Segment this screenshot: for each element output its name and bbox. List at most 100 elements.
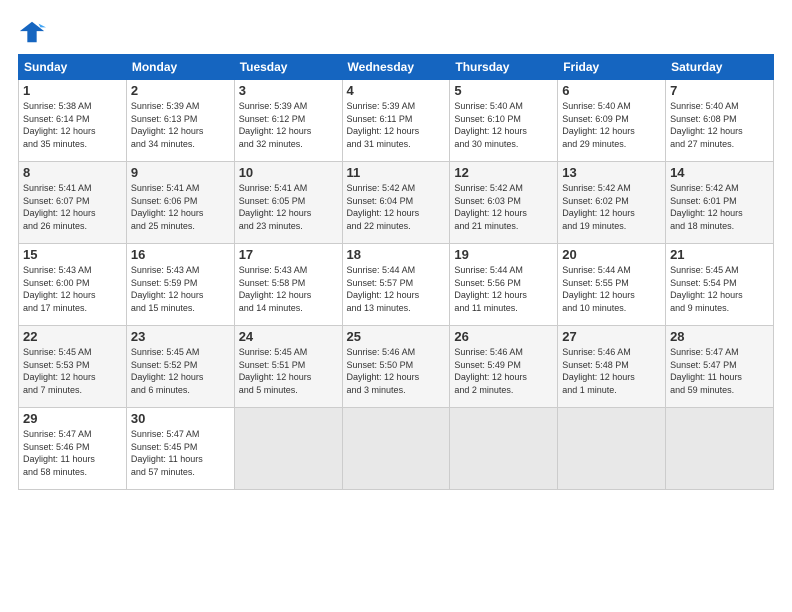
day-info: Sunrise: 5:47 AM Sunset: 5:45 PM Dayligh… xyxy=(131,428,230,478)
day-cell: 26Sunrise: 5:46 AM Sunset: 5:49 PM Dayli… xyxy=(450,326,558,408)
day-cell: 25 Sunrise: 5:46 AM Sunset: 5:50 PM Dayli… xyxy=(342,326,450,408)
day-info: Sunrise: 5:39 AM Sunset: 6:13 PM Dayligh… xyxy=(131,100,230,150)
day-info: Sunrise: 5:46 AM Sunset: 5:50 PM Dayligh… xyxy=(347,346,446,396)
day-number: 11 xyxy=(347,165,446,180)
day-number: 7 xyxy=(670,83,769,98)
day-cell: 2 Sunrise: 5:39 AM Sunset: 6:13 PM Daylig… xyxy=(126,80,234,162)
day-number: 30 xyxy=(131,411,230,426)
day-cell: 28 Sunrise: 5:47 AM Sunset: 5:47 PM Dayli… xyxy=(666,326,774,408)
weekday-sunday: Sunday xyxy=(19,55,127,80)
week-row-2: 8 Sunrise: 5:41 AM Sunset: 6:07 PM Daylig… xyxy=(19,162,774,244)
day-number: 2 xyxy=(131,83,230,98)
weekday-saturday: Saturday xyxy=(666,55,774,80)
day-number: 25 xyxy=(347,329,446,344)
day-info: Sunrise: 5:45 AM Sunset: 5:51 PM Dayligh… xyxy=(239,346,338,396)
day-info: Sunrise: 5:45 AM Sunset: 5:53 PM Dayligh… xyxy=(23,346,122,396)
day-number: 8 xyxy=(23,165,122,180)
day-cell: 17 Sunrise: 5:43 AM Sunset: 5:58 PM Dayli… xyxy=(234,244,342,326)
day-number: 14 xyxy=(670,165,769,180)
week-row-5: 29 Sunrise: 5:47 AM Sunset: 5:46 PM Dayli… xyxy=(19,408,774,490)
day-number: 9 xyxy=(131,165,230,180)
day-info: Sunrise: 5:46 AM Sunset: 5:48 PM Dayligh… xyxy=(562,346,661,396)
day-cell xyxy=(558,408,666,490)
day-info: Sunrise: 5:47 AM Sunset: 5:46 PM Dayligh… xyxy=(23,428,122,478)
day-info: Sunrise: 5:42 AM Sunset: 6:03 PM Dayligh… xyxy=(454,182,553,232)
week-row-4: 22 Sunrise: 5:45 AM Sunset: 5:53 PM Dayli… xyxy=(19,326,774,408)
day-cell: 5 Sunrise: 5:40 AM Sunset: 6:10 PM Daylig… xyxy=(450,80,558,162)
day-cell: 20Sunrise: 5:44 AM Sunset: 5:55 PM Dayli… xyxy=(558,244,666,326)
day-cell: 9 Sunrise: 5:41 AM Sunset: 6:06 PM Daylig… xyxy=(126,162,234,244)
day-info: Sunrise: 5:38 AM Sunset: 6:14 PM Dayligh… xyxy=(23,100,122,150)
day-cell: 13Sunrise: 5:42 AM Sunset: 6:02 PM Dayli… xyxy=(558,162,666,244)
day-cell: 29 Sunrise: 5:47 AM Sunset: 5:46 PM Dayli… xyxy=(19,408,127,490)
week-row-3: 15Sunrise: 5:43 AM Sunset: 6:00 PM Dayli… xyxy=(19,244,774,326)
logo xyxy=(18,18,50,46)
day-info: Sunrise: 5:40 AM Sunset: 6:09 PM Dayligh… xyxy=(562,100,661,150)
day-number: 3 xyxy=(239,83,338,98)
day-cell: 10 Sunrise: 5:41 AM Sunset: 6:05 PM Dayli… xyxy=(234,162,342,244)
day-cell: 22 Sunrise: 5:45 AM Sunset: 5:53 PM Dayli… xyxy=(19,326,127,408)
day-cell: 7 Sunrise: 5:40 AM Sunset: 6:08 PM Daylig… xyxy=(666,80,774,162)
day-number: 13 xyxy=(562,165,661,180)
day-number: 6 xyxy=(562,83,661,98)
day-number: 24 xyxy=(239,329,338,344)
day-info: Sunrise: 5:41 AM Sunset: 6:06 PM Dayligh… xyxy=(131,182,230,232)
day-cell: 18 Sunrise: 5:44 AM Sunset: 5:57 PM Dayli… xyxy=(342,244,450,326)
day-number: 1 xyxy=(23,83,122,98)
weekday-monday: Monday xyxy=(126,55,234,80)
day-info: Sunrise: 5:40 AM Sunset: 6:08 PM Dayligh… xyxy=(670,100,769,150)
day-number: 28 xyxy=(670,329,769,344)
day-info: Sunrise: 5:41 AM Sunset: 6:07 PM Dayligh… xyxy=(23,182,122,232)
day-number: 17 xyxy=(239,247,338,262)
day-cell: 19Sunrise: 5:44 AM Sunset: 5:56 PM Dayli… xyxy=(450,244,558,326)
day-number: 22 xyxy=(23,329,122,344)
weekday-header-row: SundayMondayTuesdayWednesdayThursdayFrid… xyxy=(19,55,774,80)
day-cell: 15Sunrise: 5:43 AM Sunset: 6:00 PM Dayli… xyxy=(19,244,127,326)
day-number: 21 xyxy=(670,247,769,262)
day-info: Sunrise: 5:45 AM Sunset: 5:54 PM Dayligh… xyxy=(670,264,769,314)
weekday-friday: Friday xyxy=(558,55,666,80)
day-info: Sunrise: 5:41 AM Sunset: 6:05 PM Dayligh… xyxy=(239,182,338,232)
day-info: Sunrise: 5:43 AM Sunset: 6:00 PM Dayligh… xyxy=(23,264,122,314)
day-cell: 27 Sunrise: 5:46 AM Sunset: 5:48 PM Dayli… xyxy=(558,326,666,408)
day-info: Sunrise: 5:44 AM Sunset: 5:57 PM Dayligh… xyxy=(347,264,446,314)
day-cell: 4 Sunrise: 5:39 AM Sunset: 6:11 PM Daylig… xyxy=(342,80,450,162)
header xyxy=(18,18,774,46)
day-info: Sunrise: 5:39 AM Sunset: 6:11 PM Dayligh… xyxy=(347,100,446,150)
day-number: 23 xyxy=(131,329,230,344)
day-number: 29 xyxy=(23,411,122,426)
day-number: 18 xyxy=(347,247,446,262)
weekday-wednesday: Wednesday xyxy=(342,55,450,80)
day-number: 10 xyxy=(239,165,338,180)
day-info: Sunrise: 5:46 AM Sunset: 5:49 PM Dayligh… xyxy=(454,346,553,396)
day-info: Sunrise: 5:44 AM Sunset: 5:55 PM Dayligh… xyxy=(562,264,661,314)
day-cell: 24 Sunrise: 5:45 AM Sunset: 5:51 PM Dayli… xyxy=(234,326,342,408)
day-cell: 6 Sunrise: 5:40 AM Sunset: 6:09 PM Daylig… xyxy=(558,80,666,162)
weekday-thursday: Thursday xyxy=(450,55,558,80)
day-cell xyxy=(666,408,774,490)
day-info: Sunrise: 5:47 AM Sunset: 5:47 PM Dayligh… xyxy=(670,346,769,396)
day-number: 27 xyxy=(562,329,661,344)
day-cell: 11 Sunrise: 5:42 AM Sunset: 6:04 PM Dayli… xyxy=(342,162,450,244)
day-number: 12 xyxy=(454,165,553,180)
day-info: Sunrise: 5:43 AM Sunset: 5:59 PM Dayligh… xyxy=(131,264,230,314)
day-cell: 30 Sunrise: 5:47 AM Sunset: 5:45 PM Dayli… xyxy=(126,408,234,490)
week-row-1: 1 Sunrise: 5:38 AM Sunset: 6:14 PM Daylig… xyxy=(19,80,774,162)
day-info: Sunrise: 5:43 AM Sunset: 5:58 PM Dayligh… xyxy=(239,264,338,314)
day-cell: 3 Sunrise: 5:39 AM Sunset: 6:12 PM Daylig… xyxy=(234,80,342,162)
day-number: 16 xyxy=(131,247,230,262)
day-number: 5 xyxy=(454,83,553,98)
weekday-tuesday: Tuesday xyxy=(234,55,342,80)
day-info: Sunrise: 5:40 AM Sunset: 6:10 PM Dayligh… xyxy=(454,100,553,150)
day-cell: 8 Sunrise: 5:41 AM Sunset: 6:07 PM Daylig… xyxy=(19,162,127,244)
day-cell: 1 Sunrise: 5:38 AM Sunset: 6:14 PM Daylig… xyxy=(19,80,127,162)
logo-icon xyxy=(18,18,46,46)
day-info: Sunrise: 5:42 AM Sunset: 6:04 PM Dayligh… xyxy=(347,182,446,232)
day-cell: 16 Sunrise: 5:43 AM Sunset: 5:59 PM Dayli… xyxy=(126,244,234,326)
day-cell xyxy=(342,408,450,490)
day-info: Sunrise: 5:39 AM Sunset: 6:12 PM Dayligh… xyxy=(239,100,338,150)
day-info: Sunrise: 5:42 AM Sunset: 6:01 PM Dayligh… xyxy=(670,182,769,232)
day-cell xyxy=(450,408,558,490)
day-number: 4 xyxy=(347,83,446,98)
calendar-body: 1 Sunrise: 5:38 AM Sunset: 6:14 PM Daylig… xyxy=(19,80,774,490)
